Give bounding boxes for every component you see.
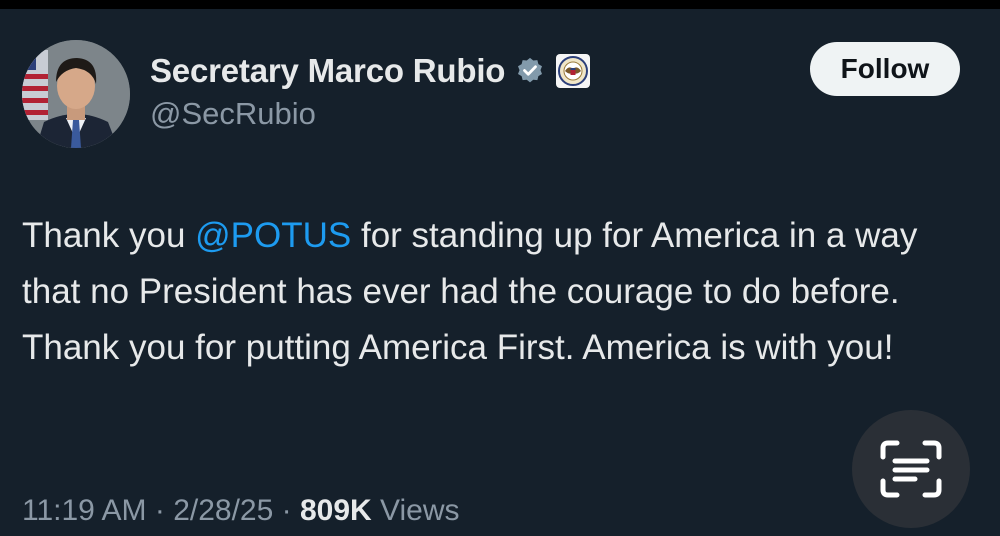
meta-separator: · — [146, 494, 174, 527]
views-label: Views — [371, 494, 460, 527]
author-handle[interactable]: @SecRubio — [150, 96, 316, 132]
meta-separator: · — [273, 494, 300, 527]
verified-gray-badge-icon[interactable] — [515, 56, 545, 86]
mention-link[interactable]: @POTUS — [195, 216, 351, 255]
views-count[interactable]: 809K — [300, 494, 372, 527]
author-display-name[interactable]: Secretary Marco Rubio — [150, 52, 505, 90]
text-scan-button[interactable] — [852, 410, 970, 528]
tweet-meta: 11:19 AM · 2/28/25 · 809K Views — [22, 494, 460, 528]
state-department-seal-icon[interactable] — [555, 53, 591, 89]
tweet-text-before-mention: Thank you — [22, 216, 196, 255]
follow-button[interactable]: Follow — [810, 42, 960, 96]
author-name-row: Secretary Marco Rubio — [150, 46, 591, 96]
top-strip — [0, 0, 1000, 9]
tweet-text: Thank you @POTUS for standing up for Ame… — [22, 208, 982, 376]
tweet-date[interactable]: 2/28/25 — [173, 494, 273, 527]
avatar[interactable] — [22, 40, 130, 148]
text-scan-icon — [880, 440, 942, 498]
tweet-time[interactable]: 11:19 AM — [22, 494, 147, 527]
avatar-image — [22, 40, 130, 148]
